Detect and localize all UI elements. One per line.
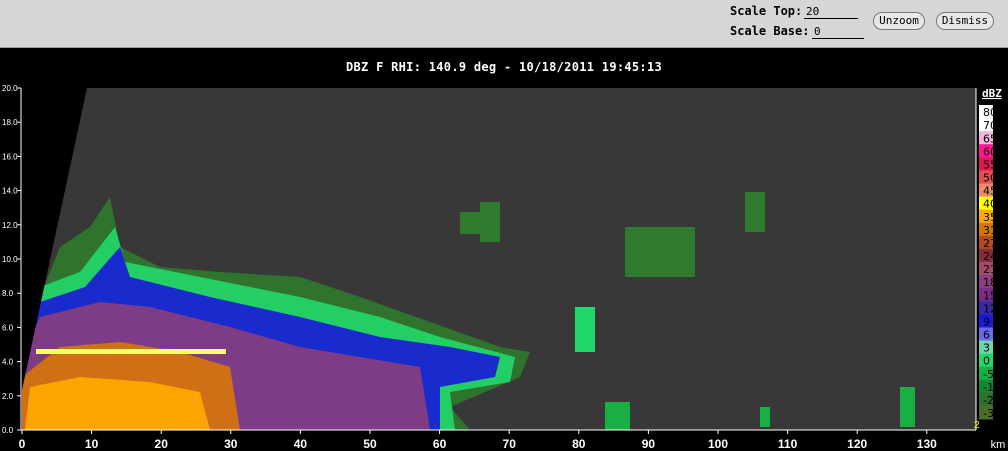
legend-label: 24: [983, 250, 997, 263]
x-tick-label: 0: [19, 437, 26, 451]
y-tick-label: 16.0: [2, 152, 18, 161]
legend-label: 50: [983, 172, 997, 185]
x-tick-label: 50: [363, 437, 377, 451]
legend-label: 0: [983, 355, 990, 368]
legend-label: -20: [983, 394, 1001, 407]
radar-echo: [36, 349, 226, 354]
legend-label: 6: [983, 329, 990, 342]
dismiss-button[interactable]: Dismiss: [936, 12, 994, 30]
legend-unit: dBZ: [982, 87, 1002, 100]
radar-echo: [745, 192, 765, 232]
legend-label: 45: [983, 185, 997, 198]
scale-base-input[interactable]: [812, 24, 864, 39]
x-tick-label: 70: [503, 437, 517, 451]
x-tick-label: 60: [433, 437, 447, 451]
legend-label: 9: [983, 315, 990, 328]
x-axis-unit: km: [991, 439, 1006, 451]
radar-echo: [480, 202, 500, 242]
radar-display[interactable]: 0 10 20 30 40 50 60 70 80 90 100 110 120 130 km0.02.04…: [0, 47, 1008, 451]
x-tick-label: 130: [917, 437, 937, 451]
y-tick-label: 14.0: [2, 187, 18, 196]
y-tick-label: 18.0: [2, 118, 18, 127]
legend-label: 80: [983, 106, 997, 119]
x-tick-label: 30: [224, 437, 238, 451]
toolbar: Scale Top: Scale Base: Unzoom Dismiss: [0, 0, 1008, 48]
x-tick-label: 10: [85, 437, 99, 451]
scale-top-label: Scale Top:: [730, 4, 803, 18]
scale-base-label: Scale Base:: [730, 24, 810, 38]
legend-label: 18: [983, 276, 997, 289]
y-tick-label: 2.0: [2, 392, 14, 401]
legend-label: 31: [983, 224, 997, 237]
y-tick-label: 0.0: [2, 426, 14, 435]
x-tick-label: 90: [642, 437, 656, 451]
legend-label: 55: [983, 158, 997, 171]
x-tick-label: 80: [572, 437, 586, 451]
legend-label: 21: [983, 263, 997, 276]
y-tick-label: 12.0: [2, 221, 18, 230]
radar-echo: [900, 387, 915, 427]
legend-label: 70: [983, 119, 997, 132]
x-tick-label: 20: [155, 437, 169, 451]
unzoom-button[interactable]: Unzoom: [873, 12, 925, 30]
legend-label: 3: [983, 342, 990, 355]
y-tick-label: 6.0: [2, 323, 14, 332]
x-tick-label: 40: [294, 437, 308, 451]
legend-label: 40: [983, 198, 997, 211]
y-tick-label: 10.0: [2, 255, 18, 264]
legend-label: 12: [983, 302, 997, 315]
radar-echo: [605, 402, 630, 430]
radar-echo: [625, 227, 695, 277]
scale-top-input[interactable]: [804, 4, 858, 19]
legend-label: -30: [983, 407, 1001, 420]
legend-label: 15: [983, 289, 997, 302]
x-tick-label: 100: [708, 437, 728, 451]
legend-label: 35: [983, 211, 997, 224]
legend-label: -5: [983, 368, 994, 381]
legend-label: 65: [983, 132, 997, 145]
y-tick-label: 4.0: [2, 358, 14, 367]
y-tick-label: 8.0: [2, 289, 14, 298]
x-tick-label: 110: [778, 437, 798, 451]
x-tick-label: 120: [847, 437, 867, 451]
legend-label: 60: [983, 145, 997, 158]
radar-echo: [575, 307, 595, 352]
legend-label: -10: [983, 381, 1001, 394]
radar-echo: [760, 407, 770, 427]
corner-marker: 2: [974, 420, 980, 431]
legend-label: 27: [983, 237, 997, 250]
y-tick-label: 20.0: [2, 84, 18, 93]
